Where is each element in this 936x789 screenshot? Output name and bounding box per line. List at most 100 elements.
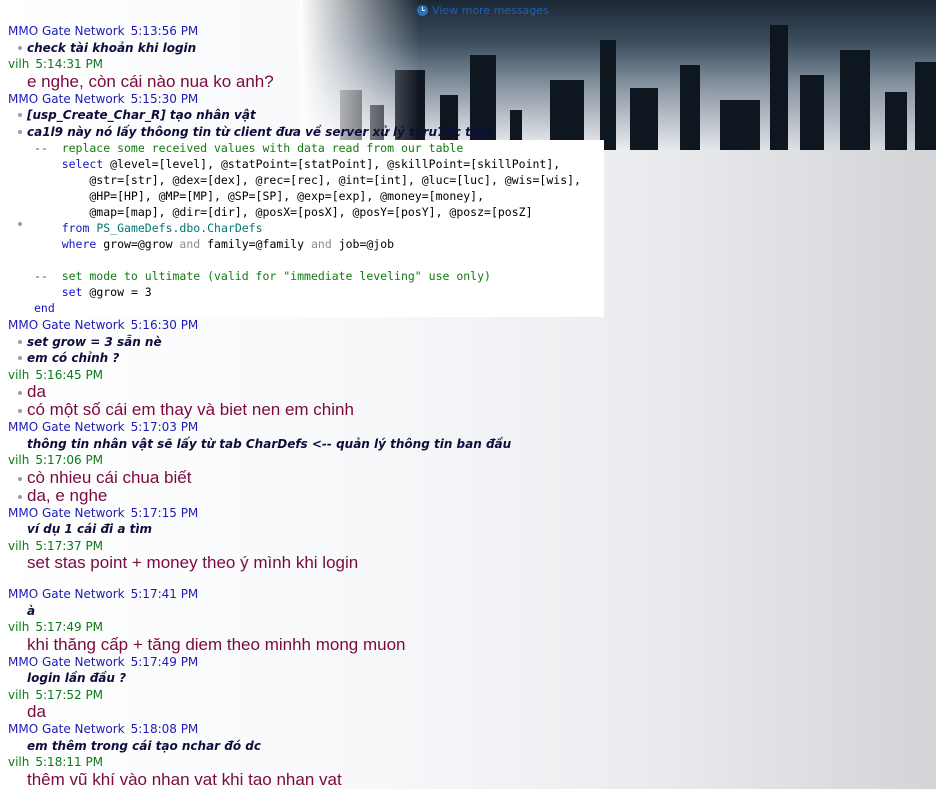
message-text: da: [27, 702, 46, 721]
message-text: da: [27, 382, 46, 401]
bullet-dot: [18, 129, 22, 134]
message-line: ca1l9 này nó lấy thôong tin từ client đư…: [0, 124, 936, 141]
code-line: -- replace some received values with dat…: [34, 141, 464, 155]
message-header: MMO Gate Network 5:13:56 PM: [0, 23, 936, 40]
timestamp: 5:16:30 PM: [130, 318, 199, 332]
view-more-messages-link[interactable]: View more messages: [417, 4, 549, 17]
message-line: thông tin nhân vật sẽ lấy từ tab CharDef…: [0, 436, 936, 453]
message-header: vilh 5:17:49 PM: [0, 619, 936, 636]
timestamp: 5:17:37 PM: [35, 538, 104, 553]
message-header: MMO Gate Network 5:17:15 PM: [0, 505, 936, 522]
sender-name: MMO Gate Network: [8, 318, 125, 332]
bullet-dot: [18, 391, 22, 395]
sender-name: vilh: [8, 687, 30, 702]
message-line: set stas point + money theo ý mình khi l…: [0, 554, 936, 572]
message-header: MMO Gate Network 5:17:41 PM: [0, 586, 936, 603]
message-text: login lần đầu ?: [27, 671, 127, 685]
message-header: vilh 5:17:06 PM: [0, 452, 936, 469]
view-more-label: View more messages: [432, 4, 549, 17]
message-line: khi thăng cấp + tăng diem theo minhh mon…: [0, 634, 936, 654]
bullet-dot: [18, 339, 22, 344]
bullet-dot: [18, 494, 22, 499]
code-line: from PS_GameDefs.dbo.CharDefs: [61, 221, 263, 235]
message-text: ví dụ 1 cái đi a tìm: [27, 522, 152, 536]
bullet-dot: [18, 45, 22, 50]
code-line: @str=[str], @dex=[dex], @rec=[rec], @int…: [34, 173, 581, 187]
message-header: vilh 5:16:45 PM: [0, 367, 936, 384]
message-text: có một số cái em thay và biet nen em chi…: [27, 400, 354, 419]
timestamp: 5:17:52 PM: [35, 687, 104, 702]
sender-name: MMO Gate Network: [8, 722, 125, 736]
message-text: check tài khoản khi login: [27, 40, 197, 55]
message-line: da: [0, 383, 936, 401]
message-text: cò nhieu cái chua biết: [27, 467, 192, 487]
message-line: ví dụ 1 cái đi a tìm: [0, 521, 936, 538]
sender-name: vilh: [8, 367, 30, 382]
message-line: check tài khoản khi login: [0, 40, 936, 57]
message-header: vilh 5:14:31 PM: [0, 56, 936, 73]
message-text: em thêm trong cái tạo nchar đó dc: [27, 738, 261, 753]
message-line: em có chỉnh ?: [0, 350, 936, 367]
sender-name: MMO Gate Network: [8, 587, 125, 601]
message-text: em có chỉnh ?: [27, 351, 120, 365]
chat-log: MMO Gate Network 5:13:56 PM check tài khoả…: [0, 23, 936, 789]
timestamp: 5:17:49 PM: [35, 620, 104, 634]
sender-name: vilh: [8, 538, 30, 553]
bullet-dot: [18, 222, 22, 226]
message-line: cò nhieu cái chua biết: [0, 467, 936, 487]
bullet-dot: [18, 356, 22, 360]
timestamp: 5:17:03 PM: [130, 420, 199, 434]
message-header: MMO Gate Network 5:15:30 PM: [0, 91, 936, 108]
timestamp: 5:17:49 PM: [130, 654, 199, 669]
message-text: set grow = 3 sẵn nè: [27, 334, 162, 349]
message-text: [usp_Create_Char_R] tạo nhân vật: [27, 108, 256, 122]
message-line: à: [0, 603, 936, 620]
bullet-dot: [18, 113, 22, 117]
message-header: MMO Gate Network 5:17:03 PM: [0, 419, 936, 436]
message-header: vilh 5:17:52 PM: [0, 687, 936, 704]
message-line: login lần đầu ?: [0, 670, 936, 687]
message-line: có một số cái em thay và biet nen em chi…: [0, 401, 936, 419]
sender-name: MMO Gate Network: [8, 91, 125, 106]
message-text: khi thăng cấp + tăng diem theo minhh mon…: [27, 634, 406, 654]
code-line: @HP=[HP], @MP=[MP], @SP=[SP], @exp=[exp]…: [34, 189, 485, 203]
sender-name: MMO Gate Network: [8, 24, 125, 38]
sender-name: vilh: [8, 453, 30, 467]
message-header: MMO Gate Network 5:18:08 PM: [0, 721, 936, 738]
message-header: MMO Gate Network 5:16:30 PM: [0, 317, 936, 334]
code-line: -- set mode to ultimate (valid for "imme…: [34, 269, 491, 283]
message-text: thêm vũ khí vào nhan vat khi tao nhan va…: [27, 769, 342, 789]
clock-icon: [417, 5, 428, 16]
message-line: e nghe, còn cái nào nua ko anh?: [0, 71, 936, 91]
message-text: thông tin nhân vật sẽ lấy từ tab CharDef…: [27, 436, 512, 451]
sender-name: MMO Gate Network: [8, 654, 125, 669]
message-text: ca1l9 này nó lấy thôong tin từ client đư…: [27, 124, 492, 139]
message-header: vilh 5:18:11 PM: [0, 754, 936, 771]
message-text: e nghe, còn cái nào nua ko anh?: [27, 71, 274, 91]
timestamp: 5:13:56 PM: [130, 24, 199, 38]
code-line: where grow=@grow and family=@family and …: [61, 237, 395, 251]
sender-name: MMO Gate Network: [8, 420, 125, 434]
timestamp: 5:17:15 PM: [130, 505, 199, 520]
sender-name: vilh: [8, 57, 30, 71]
message-header: MMO Gate Network 5:17:49 PM: [0, 654, 936, 671]
timestamp: 5:14:31 PM: [35, 57, 104, 71]
message-line: [usp_Create_Char_R] tạo nhân vật: [0, 107, 936, 124]
code-line: select @level=[level], @statPoint=[statP…: [61, 157, 561, 171]
message-line: da, e nghe: [0, 486, 936, 505]
timestamp: 5:18:08 PM: [130, 722, 199, 736]
message-header: vilh 5:17:37 PM: [0, 538, 936, 555]
code-line: set @grow = 3: [61, 285, 152, 299]
timestamp: 5:15:30 PM: [130, 91, 199, 106]
sender-name: vilh: [8, 620, 30, 634]
code-line: end: [34, 301, 55, 315]
message-line: set grow = 3 sẵn nè: [0, 334, 936, 351]
message-line: em thêm trong cái tạo nchar đó dc: [0, 738, 936, 755]
message-line: da: [0, 703, 936, 721]
message-text: set stas point + money theo ý mình khi l…: [27, 553, 359, 572]
code-block: -- replace some received values with dat…: [18, 140, 604, 317]
sender-name: vilh: [8, 755, 30, 769]
timestamp: 5:17:06 PM: [35, 453, 104, 467]
